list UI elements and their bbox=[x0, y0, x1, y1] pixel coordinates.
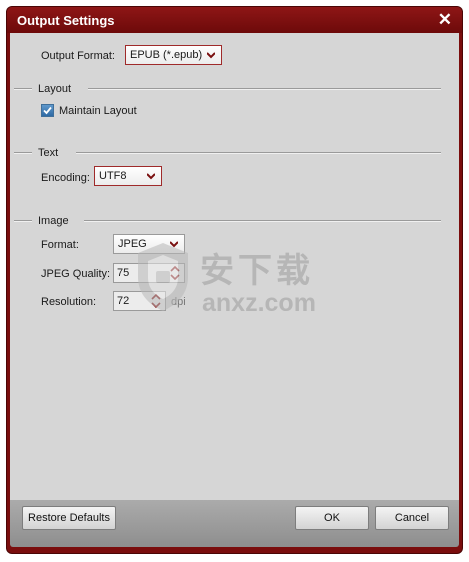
close-icon[interactable]: ✕ bbox=[438, 10, 452, 30]
watermark-chinese: 安下载 bbox=[200, 252, 314, 290]
divider bbox=[76, 152, 441, 154]
restore-defaults-button[interactable]: Restore Defaults bbox=[22, 506, 116, 530]
maintain-layout-label[interactable]: Maintain Layout bbox=[59, 105, 137, 117]
divider bbox=[14, 220, 32, 222]
output-format-dropdown[interactable]: EPUB (*.epub) bbox=[125, 45, 222, 65]
layout-section-label: Layout bbox=[38, 83, 72, 95]
chevron-down-icon bbox=[147, 173, 155, 180]
encoding-value: UTF8 bbox=[99, 170, 127, 182]
image-format-label: Format: bbox=[41, 239, 79, 251]
watermark-domain: anxz.com bbox=[202, 289, 316, 317]
output-format-label: Output Format: bbox=[41, 50, 115, 62]
title-bar[interactable]: Output Settings ✕ bbox=[7, 7, 462, 33]
jpeg-quality-value: 75 bbox=[117, 267, 130, 279]
divider bbox=[14, 88, 32, 90]
maintain-layout-checkbox[interactable] bbox=[41, 104, 54, 117]
checkmark-icon bbox=[43, 106, 52, 115]
resolution-label: Resolution: bbox=[41, 296, 97, 308]
jpeg-quality-label: JPEG Quality: bbox=[41, 268, 111, 280]
divider bbox=[84, 220, 441, 222]
output-format-value: EPUB (*.epub) bbox=[130, 49, 203, 61]
divider bbox=[88, 88, 441, 90]
chevron-down-icon bbox=[207, 52, 215, 59]
resolution-value: 72 bbox=[117, 295, 130, 307]
image-section-label: Image bbox=[38, 215, 69, 227]
text-section-label: Text bbox=[38, 147, 59, 159]
window-title: Output Settings bbox=[17, 13, 115, 28]
watermark: 安下载 anxz.com bbox=[134, 241, 359, 331]
ok-button[interactable]: OK bbox=[295, 506, 369, 530]
shield-logo-icon bbox=[138, 243, 188, 311]
divider bbox=[14, 152, 32, 154]
encoding-dropdown[interactable]: UTF8 bbox=[94, 166, 162, 186]
encoding-label: Encoding: bbox=[41, 172, 90, 184]
cancel-button[interactable]: Cancel bbox=[375, 506, 449, 530]
